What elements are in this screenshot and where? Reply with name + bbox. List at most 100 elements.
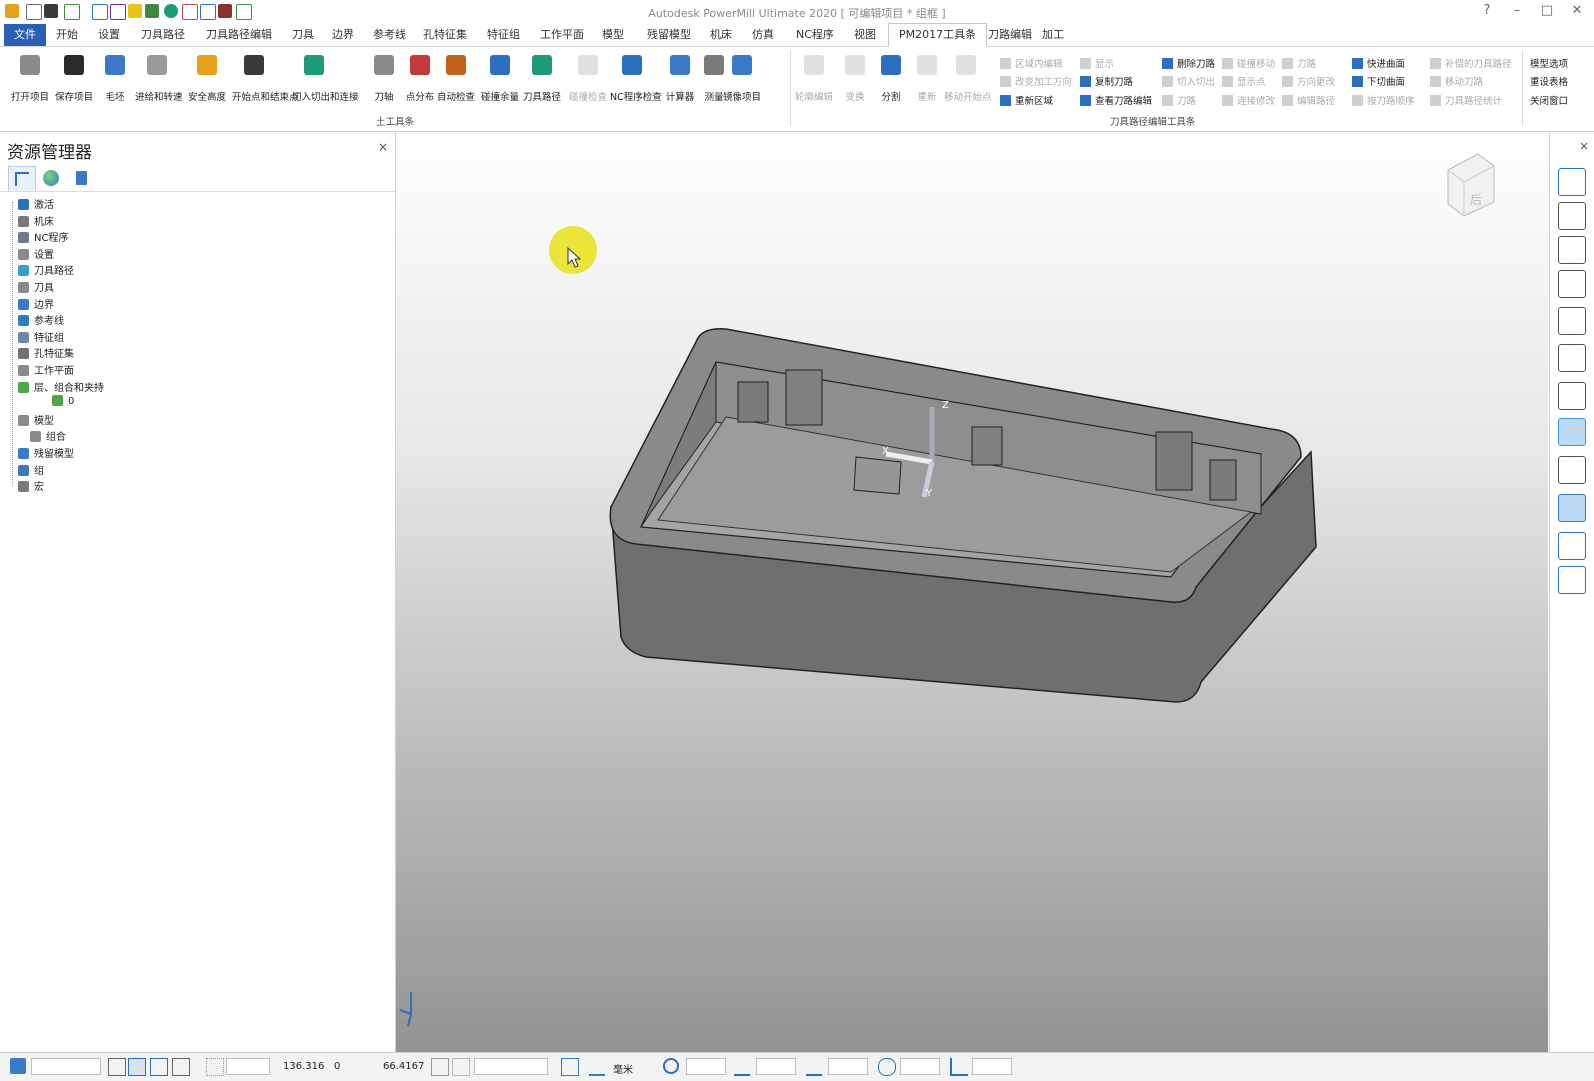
ribbon-small-item-19[interactable]: 移动刀路 xyxy=(1430,74,1483,88)
tree-item[interactable]: 刀具路径 xyxy=(18,262,74,278)
3d-viewport[interactable]: Z X Y 后 xyxy=(396,132,1548,1052)
ribbon-button-3[interactable]: 进给和转速 xyxy=(135,51,183,103)
tab-12[interactable]: 残留模型 xyxy=(637,24,701,46)
ribbon-small-item-15[interactable]: 快进曲面 xyxy=(1352,56,1405,70)
ribbon-small-item-21[interactable]: 模型选项 xyxy=(1530,56,1568,70)
ribbon-small-item-3[interactable]: 显示 xyxy=(1080,56,1114,70)
view-toolbar-close-icon[interactable]: × xyxy=(1579,139,1589,153)
ribbon-button-21[interactable]: 移动开始点 xyxy=(944,51,992,103)
tab-14[interactable]: 仿真 xyxy=(742,24,784,46)
tree-item[interactable]: 激活 xyxy=(18,196,54,212)
tab-3[interactable]: 刀具路径 xyxy=(131,24,195,46)
tab-10[interactable]: 工作平面 xyxy=(530,24,594,46)
tree-item[interactable]: 特征组 xyxy=(18,329,64,345)
workplane-snap-icon[interactable] xyxy=(150,1058,168,1076)
ribbon-small-item-12[interactable]: 刀路 xyxy=(1282,56,1316,70)
value-field[interactable] xyxy=(474,1058,548,1075)
tab-2[interactable]: 设置 xyxy=(88,24,130,46)
tree-item[interactable]: 参考线 xyxy=(18,312,64,328)
tab-7[interactable]: 参考线 xyxy=(363,24,416,46)
tab-15[interactable]: NC程序 xyxy=(786,24,844,46)
page-refresh-icon[interactable] xyxy=(1558,307,1586,335)
tree-item[interactable]: 宏 xyxy=(18,478,44,494)
ribbon-small-item-6[interactable]: 删除刀路 xyxy=(1162,56,1215,70)
tree-item[interactable]: 模型 xyxy=(18,412,54,428)
ribbon-small-item-9[interactable]: 碰撞移动 xyxy=(1222,56,1275,70)
tree-item[interactable]: 层、组合和夹持 xyxy=(18,379,104,395)
grid-size-field[interactable] xyxy=(226,1058,270,1075)
grid-snap-icon[interactable] xyxy=(128,1058,146,1076)
view-cube-icon[interactable] xyxy=(1558,236,1586,264)
ribbon-button-17[interactable]: 轮廓编辑 xyxy=(792,51,836,103)
tree-item[interactable]: 组合 xyxy=(30,428,66,444)
ribbon-button-5[interactable]: 开始点和结束点 xyxy=(232,51,299,103)
tab-11[interactable]: 模型 xyxy=(592,24,634,46)
pencil-icon[interactable] xyxy=(452,1058,470,1076)
ribbon-small-item-14[interactable]: 编辑路径 xyxy=(1282,93,1335,107)
ribbon-small-item-17[interactable]: 按刀路顺序 xyxy=(1352,93,1415,107)
tree-item[interactable]: 工作平面 xyxy=(18,362,74,378)
tool-length-field[interactable] xyxy=(828,1058,868,1075)
layer-icon[interactable] xyxy=(172,1058,190,1076)
tab-4[interactable]: 刀具路径编辑 xyxy=(196,24,282,46)
view-wireframe-icon[interactable] xyxy=(1558,202,1586,230)
tab-8[interactable]: 孔特征集 xyxy=(413,24,477,46)
ribbon-small-item-2[interactable]: 重新区域 xyxy=(1000,93,1053,107)
calculator-icon[interactable] xyxy=(561,1058,579,1076)
tool-length-icon[interactable] xyxy=(806,1058,822,1076)
angle-field[interactable] xyxy=(972,1058,1012,1075)
close-button[interactable]: ✕ xyxy=(1567,3,1587,18)
workplane-select[interactable] xyxy=(31,1058,101,1075)
ribbon-small-item-16[interactable]: 下切曲面 xyxy=(1352,74,1405,88)
select-icon[interactable] xyxy=(1558,532,1586,560)
shaded-view-icon[interactable] xyxy=(1558,418,1586,446)
zoom-box-icon[interactable] xyxy=(1558,344,1586,372)
zoom-out-icon[interactable] xyxy=(1558,382,1586,410)
zoom-rotate-icon[interactable] xyxy=(1558,270,1586,298)
select-undo-icon[interactable] xyxy=(1558,566,1586,594)
tab-17[interactable]: PM2017工具条 xyxy=(888,23,988,47)
ribbon-button-20[interactable]: 重新 xyxy=(905,51,949,103)
maximize-button[interactable]: □ xyxy=(1537,3,1557,18)
ribbon-small-item-4[interactable]: 复制刀路 xyxy=(1080,74,1133,88)
toggle-icon[interactable] xyxy=(431,1058,449,1076)
ribbon-small-item-23[interactable]: 关闭窗口 xyxy=(1530,93,1568,107)
ribbon-small-item-10[interactable]: 显示点 xyxy=(1222,74,1266,88)
explorer-web-tab[interactable] xyxy=(38,166,64,190)
ribbon-button-16[interactable]: 镜像项目 xyxy=(720,51,764,103)
ribbon-small-item-5[interactable]: 查看刀路编辑 xyxy=(1080,93,1152,107)
tab-5[interactable]: 刀具 xyxy=(282,24,324,46)
tab-16[interactable]: 视图 xyxy=(844,24,886,46)
diameter-field[interactable] xyxy=(900,1058,940,1075)
tab-6[interactable]: 边界 xyxy=(322,24,364,46)
tree-item[interactable]: 孔特征集 xyxy=(18,345,74,361)
ribbon-button-9[interactable]: 自动检查 xyxy=(434,51,478,103)
tree-item[interactable]: 设置 xyxy=(18,246,54,262)
explorer-tree-tab[interactable] xyxy=(8,166,36,192)
tab-13[interactable]: 机床 xyxy=(700,24,742,46)
explorer-close-button[interactable]: × xyxy=(378,140,388,154)
ribbon-small-item-7[interactable]: 切入切出 xyxy=(1162,74,1215,88)
ribbon-button-0[interactable]: 打开项目 xyxy=(8,51,52,103)
ribbon-small-item-8[interactable]: 刀路 xyxy=(1162,93,1196,107)
tab-9[interactable]: 特征组 xyxy=(477,24,530,46)
diameter-icon[interactable] xyxy=(878,1058,896,1076)
ribbon-small-item-13[interactable]: 方向更改 xyxy=(1282,74,1335,88)
angle-icon[interactable] xyxy=(950,1058,968,1076)
ribbon-button-2[interactable]: 毛坯 xyxy=(93,51,137,103)
tree-item[interactable]: 组 xyxy=(18,462,44,478)
ribbon-small-item-1[interactable]: 改变加工方向 xyxy=(1000,74,1072,88)
tree-item[interactable]: 刀具 xyxy=(18,279,54,295)
tab-1[interactable]: 开始 xyxy=(46,24,88,46)
wireframe-box-icon[interactable] xyxy=(1558,456,1586,484)
tree-item[interactable]: NC程序 xyxy=(18,229,68,245)
tree-item[interactable]: 残留模型 xyxy=(18,445,74,461)
crosshair-icon[interactable] xyxy=(663,1058,679,1074)
ribbon-button-4[interactable]: 安全高度 xyxy=(185,51,229,103)
ruler-icon[interactable] xyxy=(589,1058,605,1076)
ribbon-button-12[interactable]: 碰撞检查 xyxy=(566,51,610,103)
ribbon-small-item-18[interactable]: 补偿的刀具路径 xyxy=(1430,56,1512,70)
tolerance-field[interactable] xyxy=(686,1058,726,1075)
explorer-recycle-tab[interactable] xyxy=(68,166,94,190)
ribbon-button-1[interactable]: 保存项目 xyxy=(52,51,96,103)
